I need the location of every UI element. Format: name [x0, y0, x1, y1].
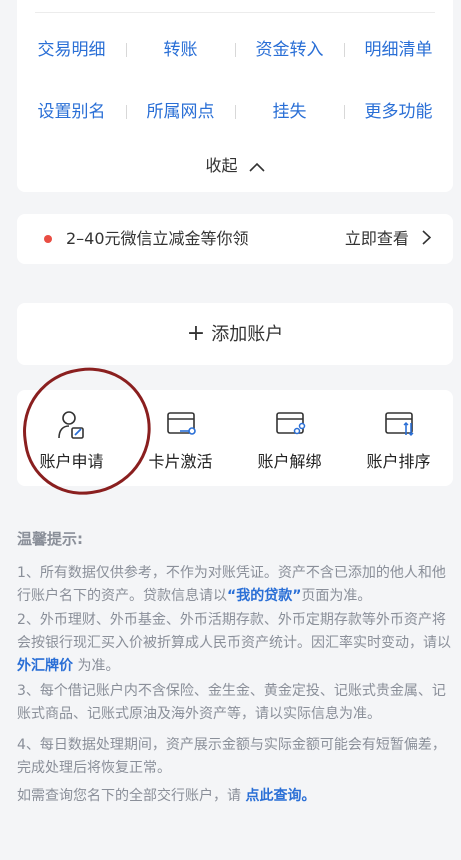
tip-4: 4、每日数据处理期间，资产展示金额与实际金额可能会有短暂偏差，完成处理后将恢复正… [17, 737, 446, 776]
tool-label: 账户解绑 [257, 452, 322, 471]
collapse-label: 收起 [205, 156, 238, 175]
tool-account-application[interactable]: 账户申请 [17, 390, 126, 486]
add-account-label: 添加账户 [211, 324, 284, 345]
tip-1: 1、所有数据仅供参考，不作为对账凭证。资产不含已添加的他人和他行账户名下的资产。… [17, 562, 453, 608]
user-edit-icon [58, 411, 84, 439]
promo-link-label: 立即查看 [344, 229, 409, 248]
chevron-up-icon [248, 157, 265, 176]
action-branch[interactable]: 所属网点 [126, 94, 235, 130]
actions-row-2: 设置别名 所属网点 挂失 更多功能 [17, 94, 453, 130]
account-actions-card: 交易明细 转账 资金转入 明细清单 设置别名 所属网点 挂失 更多功能 收起 [17, 0, 453, 192]
card-sort-icon [385, 412, 414, 436]
tool-account-sort[interactable]: 账户排序 [344, 390, 453, 486]
add-account-card: + 添加账户 [17, 303, 453, 365]
query-accounts-link[interactable]: 点此查询。 [245, 788, 315, 804]
tool-account-unbind[interactable]: 账户解绑 [235, 390, 344, 486]
action-transfer[interactable]: 转账 [126, 32, 235, 68]
action-report-loss[interactable]: 挂失 [235, 94, 344, 130]
action-transaction-details[interactable]: 交易明细 [17, 32, 126, 68]
promo-text: 2–40元微信立减金等你领 [66, 229, 249, 248]
divider [35, 12, 435, 13]
actions-row-1: 交易明细 转账 资金转入 明细清单 [17, 32, 453, 68]
tool-card-activation[interactable]: 卡片激活 [126, 390, 235, 486]
action-more-functions[interactable]: 更多功能 [344, 94, 453, 130]
plus-icon: + [186, 321, 206, 346]
collapse-button[interactable]: 收起 [17, 152, 453, 176]
tip-2: 2、外币理财、外币基金、外币活期存款、外币定期存款等外币资产将会按银行现汇买入价… [17, 609, 453, 678]
tip-text: 2、外币理财、外币基金、外币活期存款、外币定期存款等外币资产将会按银行现汇买入价… [17, 612, 451, 651]
tip-3: 3、每个借记账户内不含保险、金生金、黄金定投、记账式贵金属、记账式商品、记账式原… [17, 683, 446, 722]
add-account-button[interactable]: + 添加账户 [17, 303, 453, 365]
card-key-icon [167, 412, 196, 435]
tips-title: 温馨提示: [17, 530, 83, 548]
action-set-alias[interactable]: 设置别名 [17, 94, 126, 130]
chevron-right-icon [422, 228, 432, 252]
tip-text: 为准。 [77, 658, 120, 674]
card-unlink-icon [276, 412, 306, 435]
account-tools-card: 账户申请 卡片激活 账户解绑 账户排序 [17, 390, 453, 486]
tip-5: 如需查询您名下的全部交行账户，请 点此查询。 [17, 785, 453, 808]
action-detail-list[interactable]: 明细清单 [344, 32, 453, 68]
my-loans-link[interactable]: “我的贷款” [227, 588, 301, 604]
fx-rate-link[interactable]: 外汇牌价 [17, 658, 73, 674]
promo-banner[interactable]: 2–40元微信立减金等你领 立即查看 [17, 214, 453, 264]
tool-label: 账户排序 [366, 452, 431, 471]
action-fund-transfer-in[interactable]: 资金转入 [235, 32, 344, 68]
tool-label: 卡片激活 [148, 452, 213, 471]
tip-text: 如需查询您名下的全部交行账户，请 [17, 788, 241, 804]
tool-label: 账户申请 [39, 452, 104, 471]
promo-view-link[interactable]: 立即查看 [344, 227, 432, 252]
promo-dot-icon [44, 235, 52, 243]
tip-text: 页面为准。 [301, 588, 372, 604]
